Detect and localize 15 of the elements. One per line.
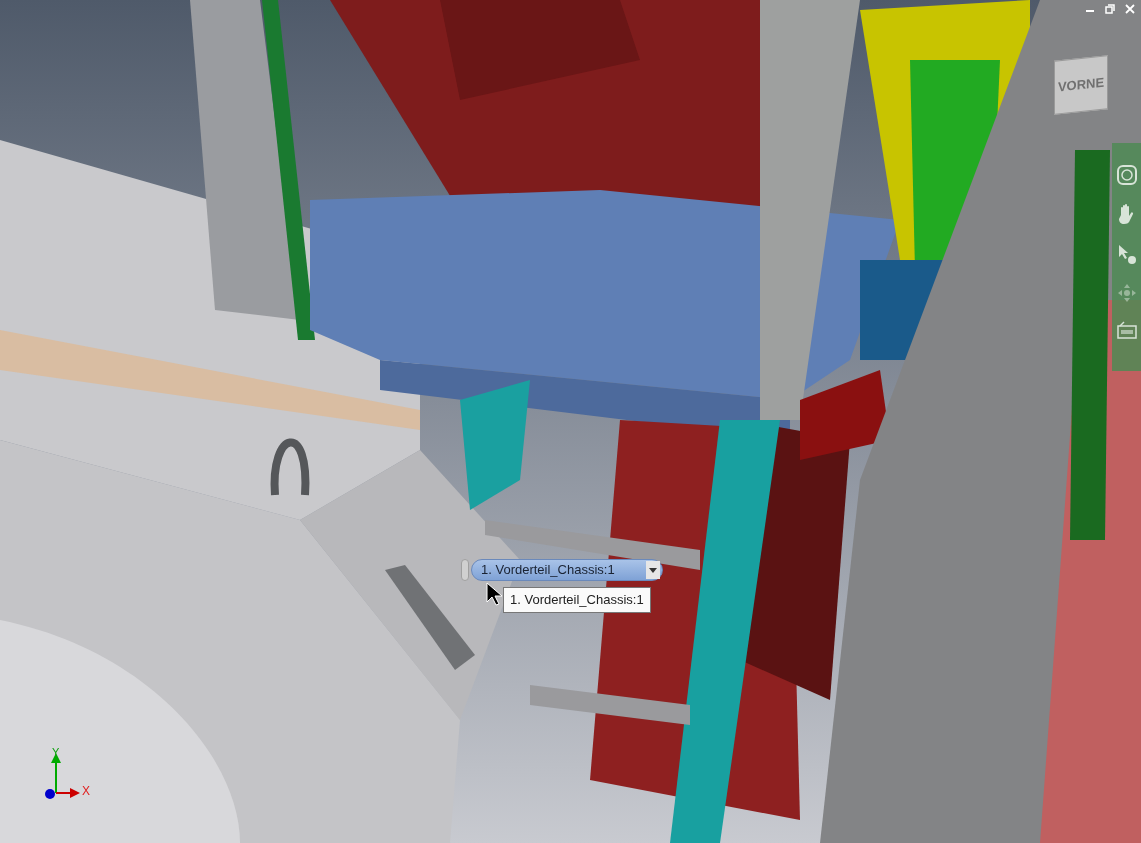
view-icon[interactable] <box>1116 321 1137 339</box>
close-icon[interactable] <box>1125 4 1135 14</box>
pointer-icon[interactable] <box>1116 243 1137 265</box>
grip-handle[interactable] <box>461 559 469 581</box>
selection-tooltip: 1. Vorderteil_Chassis:1 <box>503 587 651 613</box>
orbit-icon[interactable] <box>1116 283 1137 303</box>
y-axis-label: Y <box>52 745 60 760</box>
restore-icon[interactable] <box>1105 4 1115 14</box>
view-cube-face-label: VORNE <box>1057 73 1105 97</box>
x-axis-label: X <box>82 783 90 800</box>
selection-dropdown[interactable]: 1. Vorderteil_Chassis:1 <box>471 559 663 581</box>
cad-viewport[interactable]: VORNE 1. Vorderteil_Chassis:1 1. Vorderteil_Chassis:1 X Y <box>0 0 1141 843</box>
caret-icon[interactable] <box>646 561 660 579</box>
steering-wheel-icon[interactable] <box>1116 165 1137 185</box>
mouse-cursor-icon <box>486 582 502 606</box>
